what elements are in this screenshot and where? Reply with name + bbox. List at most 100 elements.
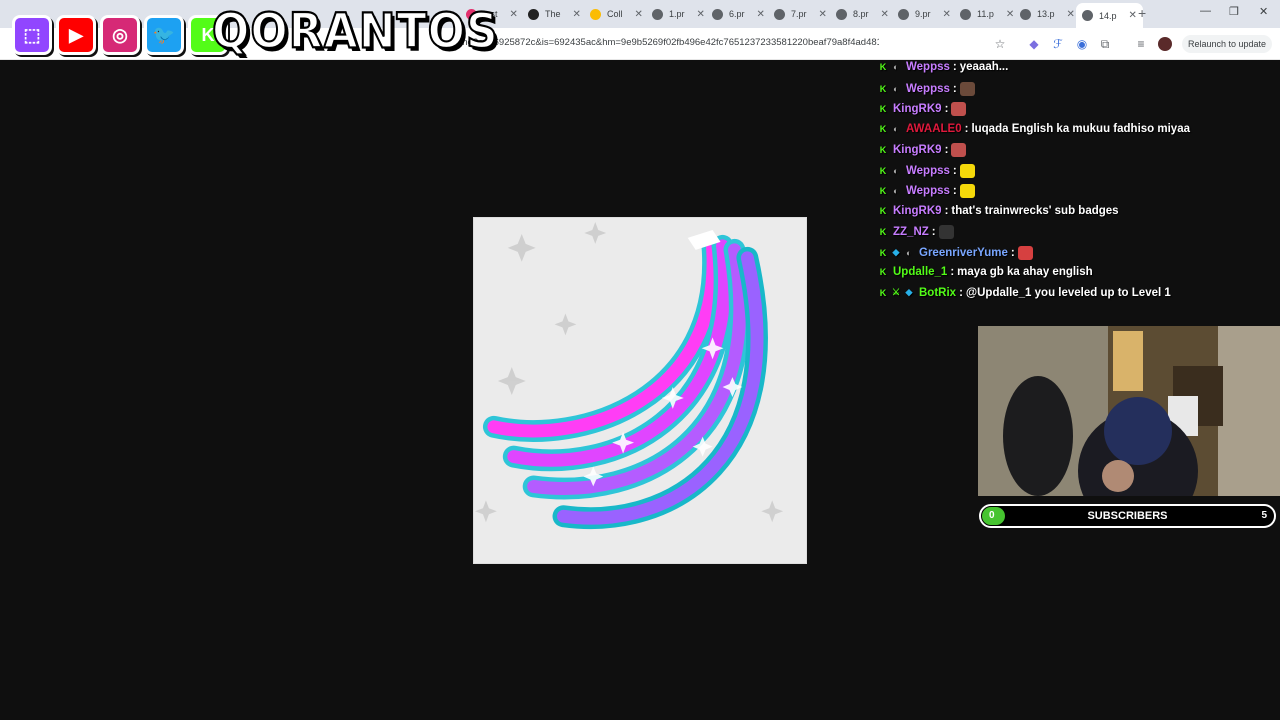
- subscriber-label: SUBSCRIBERS: [1087, 510, 1168, 522]
- tab-close-icon[interactable]: ✕: [819, 9, 827, 20]
- browser-tab[interactable]: 6.pr ✕: [708, 3, 765, 25]
- browser-tab[interactable]: 14.p ✕: [1076, 3, 1143, 28]
- chat-username[interactable]: KingRK9: [893, 103, 942, 115]
- chat-message: K ◐ Weppss: yeaaah...: [878, 61, 1009, 73]
- chat-emote-icon: [1017, 245, 1033, 260]
- chat-username[interactable]: Updalle_1: [893, 266, 947, 278]
- audio-icon[interactable]: ◉: [1075, 37, 1089, 51]
- chat-message: K KingRK9:: [878, 143, 967, 157]
- subscriber-goal-bar: 0 SUBSCRIBERS 5: [979, 504, 1276, 528]
- browser-tab[interactable]: Coll ✕: [586, 3, 643, 25]
- chat-username[interactable]: BotRix: [919, 287, 956, 299]
- extension-icon[interactable]: ◆: [1027, 37, 1041, 51]
- chat-text: luqada English ka mukuu fadhiso miyaa: [971, 122, 1190, 135]
- kick-badge-icon: K: [879, 62, 887, 72]
- tab-close-icon[interactable]: ✕: [757, 9, 765, 20]
- tab-close-icon[interactable]: ✕: [881, 9, 889, 20]
- reading-list-icon[interactable]: ≡: [1134, 37, 1148, 51]
- banana-image: [473, 217, 807, 564]
- relaunch-button[interactable]: Relaunch to update: [1182, 35, 1273, 53]
- chat-username[interactable]: KingRK9: [893, 205, 942, 217]
- kick-badge-icon: K: [879, 247, 887, 258]
- tab-label: The: [545, 9, 561, 19]
- kick-badge-icon: K: [879, 186, 887, 196]
- chat-separator: :: [950, 266, 955, 278]
- chat-message: K ◐ AWAALE0: luqada English ka mukuu fadhis…: [878, 123, 1190, 135]
- kick-badge-icon: K: [879, 165, 887, 176]
- chat-username[interactable]: ZZ_NZ: [893, 226, 929, 238]
- new-tab-button[interactable]: +: [1138, 5, 1146, 21]
- tab-favicon-icon: [898, 8, 909, 20]
- tab-label: 8.pr: [853, 9, 869, 19]
- chat-separator: :: [944, 204, 949, 217]
- browser-tab[interactable]: 11.p ✕: [956, 3, 1014, 25]
- gift-badge-icon: ◐: [893, 123, 899, 134]
- avatar-icon[interactable]: [1158, 37, 1172, 51]
- dia-badge-icon: ◆: [892, 247, 900, 257]
- chat-username[interactable]: Weppss: [906, 185, 950, 197]
- kick-badge-icon: K: [879, 83, 887, 94]
- social-icons: ⬚ ▶ ◎ 🐦 K: [12, 10, 228, 60]
- tab-close-icon[interactable]: ✕: [1129, 10, 1137, 21]
- chat-separator: :: [952, 185, 957, 197]
- translate-icon[interactable]: ℱ: [1051, 37, 1065, 51]
- browser-tab[interactable]: 9.pr ✕: [894, 3, 951, 25]
- tab-label: 11.p: [977, 9, 994, 19]
- chat-message: K KingRK9: that's trainwrecks' sub badges: [878, 205, 1119, 217]
- minimize-button[interactable]: —: [1200, 5, 1211, 17]
- subscriber-max: 5: [1261, 510, 1267, 521]
- tab-close-icon[interactable]: ✕: [635, 9, 643, 20]
- tab-close-icon[interactable]: ✕: [510, 9, 518, 20]
- chat-text: @Updalle_1 you leveled up to Level 1: [965, 286, 1171, 299]
- tab-label: Coll: [607, 9, 623, 19]
- chat-emote-icon: [951, 102, 967, 116]
- tab-label: 13.p: [1037, 9, 1055, 19]
- browser-tab[interactable]: 8.pr ✕: [832, 3, 889, 25]
- tab-favicon-icon: [712, 8, 723, 20]
- url-field[interactable]: 4.png?ex=6925872c&is=692435ac&hm=9e9b526…: [449, 37, 879, 48]
- browser-tab[interactable]: 1.pr ✕: [648, 3, 705, 25]
- chat-separator: :: [959, 286, 963, 299]
- chat-separator: :: [944, 103, 949, 115]
- restore-button[interactable]: ❐: [1229, 5, 1239, 18]
- tab-label: 6.pr: [729, 9, 745, 19]
- gift-badge-icon: ◐: [893, 62, 899, 72]
- browser-tab[interactable]: 13.p ✕: [1016, 3, 1075, 25]
- bookmark-star-icon[interactable]: ☆: [993, 37, 1007, 51]
- chat-separator: :: [952, 82, 957, 95]
- chat-username[interactable]: KingRK9: [893, 144, 942, 156]
- kick-badge-icon: K: [879, 267, 887, 277]
- chat-separator: :: [952, 164, 957, 177]
- kick-badge-icon: K: [879, 205, 887, 216]
- tab-favicon-icon: [590, 8, 601, 20]
- chat-username[interactable]: GreenriverYume: [919, 247, 1008, 259]
- chat-message: K Updalle_1: maya gb ka ahay english: [878, 266, 1093, 278]
- puzzle-icon[interactable]: ⧉: [1098, 37, 1112, 51]
- twitter-icon: 🐦: [144, 15, 184, 55]
- browser-tab[interactable]: 7.pr ✕: [770, 3, 827, 25]
- webcam-feed: [978, 326, 1280, 496]
- kick-badge-icon: K: [879, 123, 887, 134]
- chat-username[interactable]: Weppss: [906, 83, 950, 95]
- chat-separator: :: [1010, 246, 1015, 259]
- tab-close-icon[interactable]: ✕: [1067, 9, 1075, 20]
- tab-close-icon[interactable]: ✕: [573, 9, 581, 20]
- tab-close-icon[interactable]: ✕: [697, 9, 705, 20]
- instagram-icon: ◎: [100, 15, 140, 55]
- chat-username[interactable]: AWAALE0: [906, 123, 962, 135]
- tab-favicon-icon: [1082, 10, 1093, 21]
- tab-favicon-icon: [774, 8, 785, 20]
- tab-close-icon[interactable]: ✕: [943, 9, 951, 20]
- channel-brand: QORANTOS: [211, 2, 499, 60]
- chat-message: K ◐ Weppss:: [878, 81, 975, 96]
- chat-username[interactable]: Weppss: [906, 61, 950, 73]
- tab-close-icon[interactable]: ✕: [1006, 9, 1014, 20]
- kick-badge-icon: K: [879, 287, 887, 298]
- chat-message: K ◐ Weppss:: [878, 163, 975, 178]
- tab-label: 14.p: [1099, 10, 1117, 21]
- chat-text: maya gb ka ahay english: [957, 266, 1093, 278]
- chat-username[interactable]: Weppss: [906, 165, 950, 177]
- chat-separator: :: [964, 122, 969, 135]
- close-window-button[interactable]: ✕: [1259, 5, 1268, 18]
- browser-tab[interactable]: The ✕: [524, 3, 581, 25]
